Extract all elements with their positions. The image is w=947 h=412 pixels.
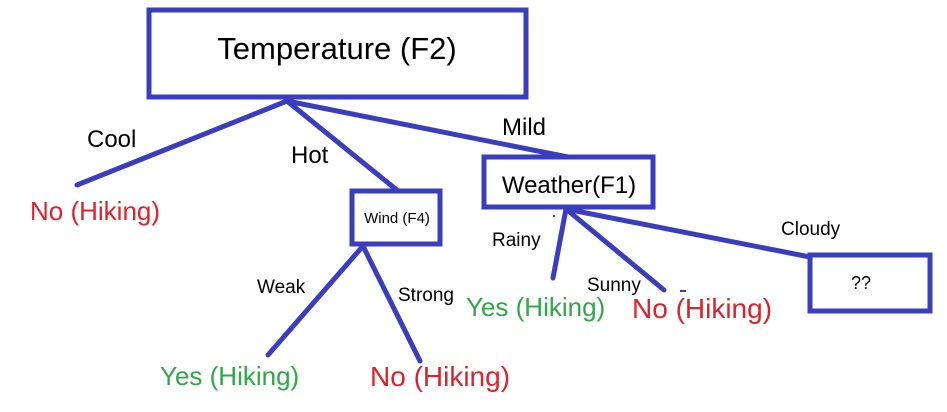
edge-label-strong: Strong bbox=[398, 285, 454, 306]
weather-node-label: Weather(F1) bbox=[502, 172, 636, 199]
stray-mark bbox=[680, 290, 686, 292]
edge-line-rainy bbox=[550, 206, 569, 281]
leaf-sunny-no: No (Hiking) bbox=[632, 293, 772, 324]
leaf-cool-no: No (Hiking) bbox=[30, 196, 160, 226]
leaf-weak-yes: Yes (Hiking) bbox=[160, 361, 299, 391]
edge-line-cloudy bbox=[563, 206, 813, 260]
wind-node-label: Wind (F4) bbox=[364, 210, 430, 227]
decision-tree-diagram: Temperature (F2) Weather(F1) Wind (F4) ?… bbox=[30, 7, 933, 392]
edge-label-weak: Weak bbox=[257, 277, 306, 298]
edge-label-cool: Cool bbox=[87, 126, 136, 153]
edge-label-hot: Hot bbox=[291, 142, 329, 169]
leaf-rainy-yes: Yes (Hiking) bbox=[466, 292, 605, 322]
edge-label-rainy: Rainy bbox=[492, 230, 541, 251]
unknown-node-label: ?? bbox=[851, 273, 871, 293]
edge-line-weak bbox=[265, 243, 366, 358]
root-node-label: Temperature (F2) bbox=[217, 31, 456, 66]
edge-label-mild: Mild bbox=[502, 114, 546, 141]
leaf-strong-no: No (Hiking) bbox=[370, 361, 510, 392]
stray-mark bbox=[553, 215, 555, 217]
decision-tree-canvas: Temperature (F2) Weather(F1) Wind (F4) ?… bbox=[0, 0, 947, 412]
edge-label-cloudy: Cloudy bbox=[781, 219, 841, 240]
